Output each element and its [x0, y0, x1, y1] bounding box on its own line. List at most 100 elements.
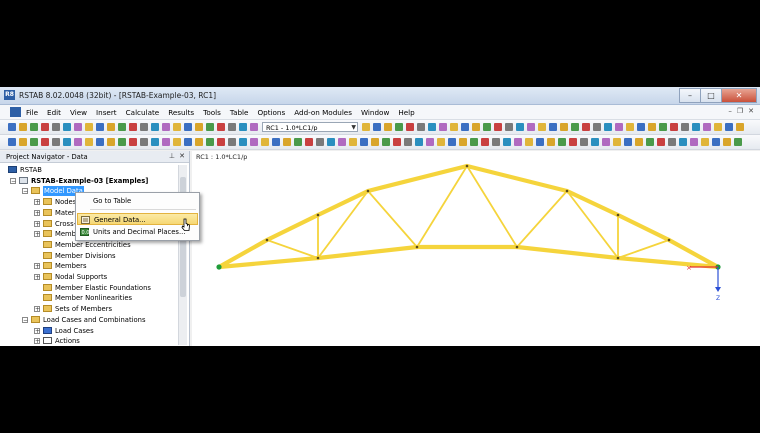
toolbar-button-icon[interactable]	[362, 123, 370, 131]
toolbar-button-icon[interactable]	[371, 138, 379, 146]
toolbar-button-icon[interactable]	[646, 138, 654, 146]
toolbar-button-icon[interactable]	[140, 123, 148, 131]
toolbar-button-icon[interactable]	[483, 123, 491, 131]
app-icon[interactable]: R8	[4, 90, 15, 100]
toolbar-button-icon[interactable]	[349, 138, 357, 146]
toolbar-button-icon[interactable]	[558, 138, 566, 146]
tree-item[interactable]: RSTAB	[0, 165, 178, 175]
tree-item[interactable]: + Sets of Members	[0, 304, 178, 314]
expand-icon[interactable]: +	[34, 263, 40, 270]
toolbar-button-icon[interactable]	[626, 123, 634, 131]
toolbar-button-icon[interactable]	[107, 138, 115, 146]
expand-icon[interactable]: +	[34, 306, 40, 313]
toolbar-button-icon[interactable]	[736, 123, 744, 131]
truss-node[interactable]	[316, 256, 320, 260]
toolbar-button-icon[interactable]	[657, 138, 665, 146]
toolbar-button-icon[interactable]	[613, 138, 621, 146]
toolbar-button-icon[interactable]	[492, 138, 500, 146]
toolbar-button-icon[interactable]	[703, 123, 711, 131]
truss-member[interactable]	[367, 190, 418, 248]
toolbar-button-icon[interactable]	[30, 138, 38, 146]
close-button[interactable]: ✕	[721, 88, 757, 103]
truss-member[interactable]	[315, 244, 420, 261]
toolbar-button-icon[interactable]	[360, 138, 368, 146]
toolbar-button-icon[interactable]	[206, 138, 214, 146]
toolbar-button-icon[interactable]	[516, 123, 524, 131]
collapse-icon[interactable]: −	[22, 316, 28, 323]
toolbar-button-icon[interactable]	[151, 123, 159, 131]
toolbar-button-icon[interactable]	[536, 138, 544, 146]
toolbar-button-icon[interactable]	[692, 123, 700, 131]
graphics-view[interactable]: RC1 : 1.0*LC1/p × Z	[192, 151, 760, 346]
toolbar-button-icon[interactable]	[690, 138, 698, 146]
toolbar-button-icon[interactable]	[195, 123, 203, 131]
toolbar-button-icon[interactable]	[162, 138, 170, 146]
load-case-combo[interactable]: RC1 - 1.0*LC1/p ▼	[262, 122, 358, 132]
tree-item[interactable]: Member Divisions	[0, 251, 178, 261]
menu-file[interactable]: File	[26, 108, 38, 117]
tree-item[interactable]: − RSTAB-Example-03 [Examples]	[0, 176, 178, 186]
expand-icon[interactable]: +	[34, 231, 40, 238]
toolbar-button-icon[interactable]	[472, 123, 480, 131]
toolbar-button-icon[interactable]	[393, 138, 401, 146]
truss-member[interactable]	[264, 212, 321, 243]
context-item-go-to-table[interactable]: Go to Table	[77, 195, 198, 207]
toolbar-button-icon[interactable]	[701, 138, 709, 146]
toolbar-button-icon[interactable]	[723, 138, 731, 146]
toolbar-button-icon[interactable]	[615, 123, 623, 131]
toolbar-button-icon[interactable]	[63, 123, 71, 131]
toolbar-button-icon[interactable]	[503, 138, 511, 146]
minimize-button[interactable]: –	[679, 88, 701, 103]
toolbar-button-icon[interactable]	[327, 138, 335, 146]
toolbar-button-icon[interactable]	[19, 123, 27, 131]
toolbar-button-icon[interactable]	[129, 138, 137, 146]
toolbar-button-icon[interactable]	[547, 138, 555, 146]
menu-edit[interactable]: Edit	[47, 108, 61, 117]
toolbar-button-icon[interactable]	[41, 123, 49, 131]
toolbar-button-icon[interactable]	[184, 138, 192, 146]
toolbar-button-icon[interactable]	[384, 123, 392, 131]
menu-tools[interactable]: Tools	[203, 108, 221, 117]
toolbar-button-icon[interactable]	[670, 123, 678, 131]
menu-table[interactable]: Table	[230, 108, 249, 117]
menu-results[interactable]: Results	[168, 108, 194, 117]
toolbar-button-icon[interactable]	[316, 138, 324, 146]
toolbar-button-icon[interactable]	[602, 138, 610, 146]
toolbar-button-icon[interactable]	[459, 138, 467, 146]
toolbar-button-icon[interactable]	[373, 123, 381, 131]
truss-member[interactable]	[365, 163, 470, 194]
toolbar-button-icon[interactable]	[624, 138, 632, 146]
menu-window[interactable]: Window	[361, 108, 389, 117]
truss-node[interactable]	[366, 189, 370, 193]
truss-node[interactable]	[265, 238, 269, 242]
toolbar-button-icon[interactable]	[228, 123, 236, 131]
truss-node[interactable]	[415, 245, 419, 249]
expand-icon[interactable]: +	[34, 338, 40, 345]
toolbar-button-icon[interactable]	[591, 138, 599, 146]
truss-node[interactable]	[515, 245, 519, 249]
truss-member[interactable]	[464, 163, 570, 194]
toolbar-button-icon[interactable]	[173, 138, 181, 146]
toolbar-button-icon[interactable]	[494, 123, 502, 131]
toolbar-button-icon[interactable]	[129, 123, 137, 131]
toolbar-button-icon[interactable]	[96, 123, 104, 131]
toolbar-button-icon[interactable]	[63, 138, 71, 146]
menu-view[interactable]: View	[70, 108, 87, 117]
toolbar-button-icon[interactable]	[294, 138, 302, 146]
toolbar-button-icon[interactable]	[525, 138, 533, 146]
toolbar-button-icon[interactable]	[714, 123, 722, 131]
toolbar-button-icon[interactable]	[560, 123, 568, 131]
truss-member[interactable]	[266, 239, 319, 259]
toolbar-button-icon[interactable]	[8, 138, 16, 146]
toolbar-button-icon[interactable]	[505, 123, 513, 131]
toolbar-button-icon[interactable]	[580, 138, 588, 146]
menu-options[interactable]: Options	[257, 108, 285, 117]
context-item-general-data[interactable]: General Data...	[77, 213, 198, 225]
mdi-close-button[interactable]: ✕	[748, 107, 754, 115]
toolbar-button-icon[interactable]	[250, 123, 258, 131]
tree-item[interactable]: Member Nonlinearities	[0, 293, 178, 303]
toolbar-button-icon[interactable]	[52, 123, 60, 131]
truss-member[interactable]	[516, 190, 568, 248]
toolbar-button-icon[interactable]	[261, 138, 269, 146]
toolbar-button-icon[interactable]	[239, 123, 247, 131]
